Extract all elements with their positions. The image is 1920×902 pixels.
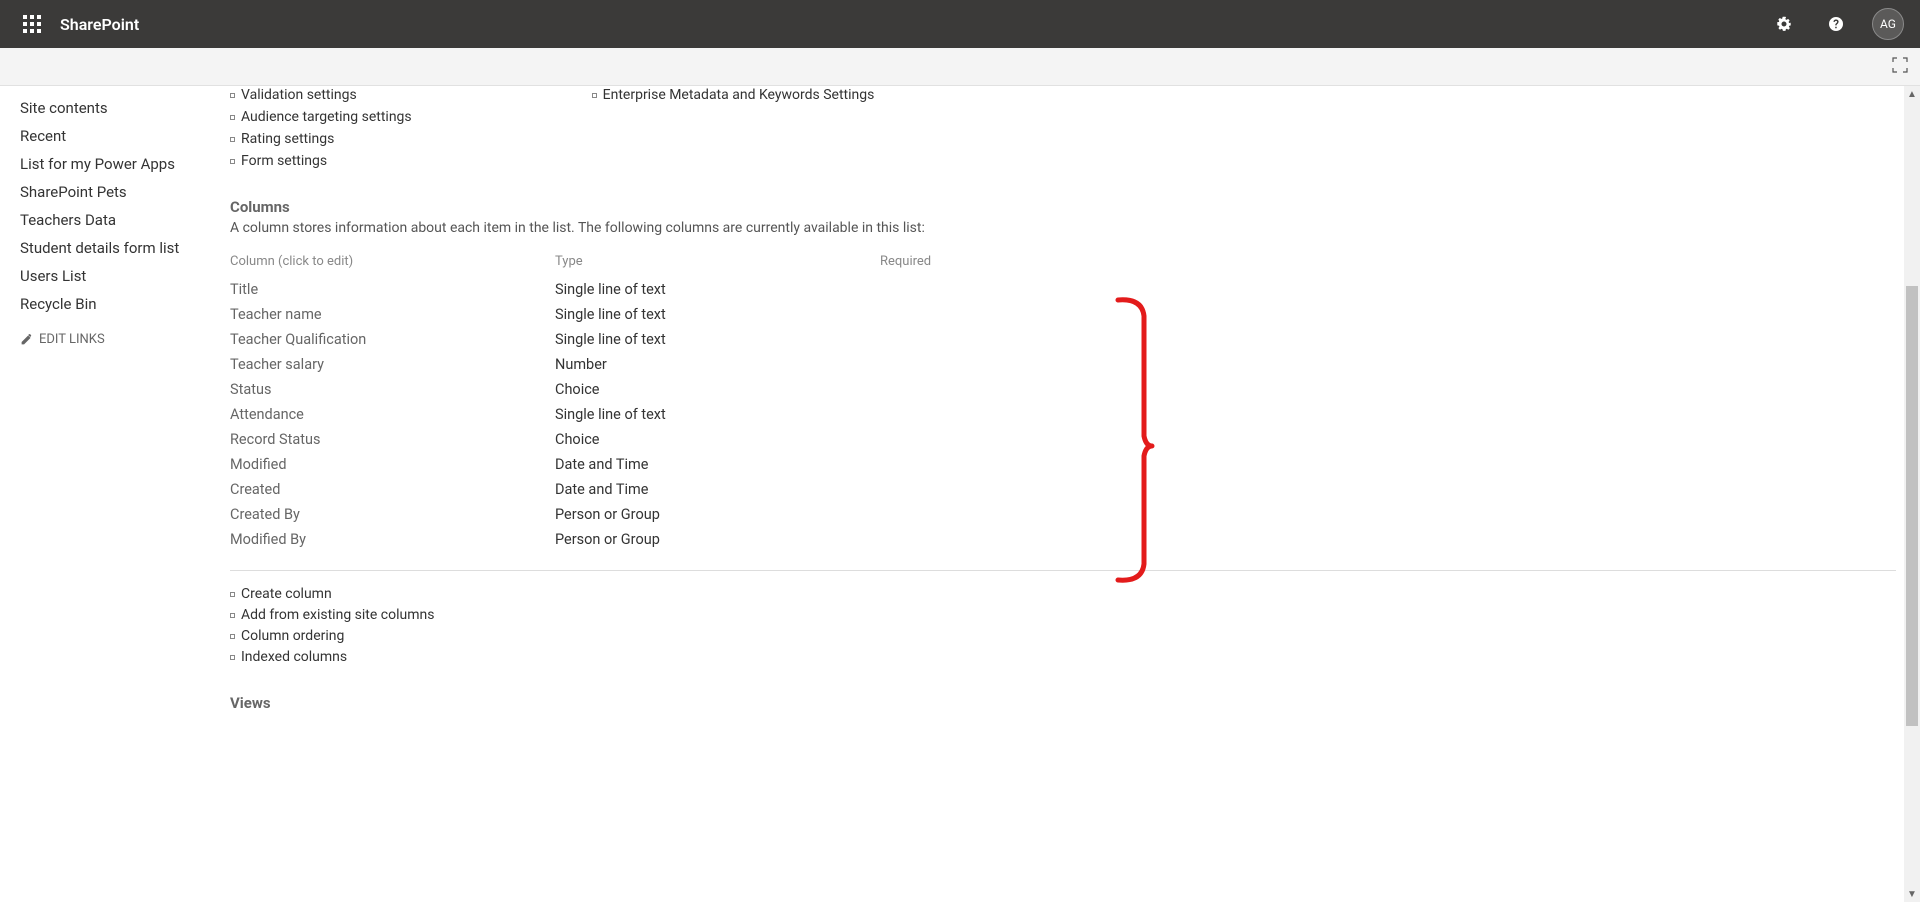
table-row: Status Choice [230,377,1530,402]
scroll-thumb[interactable] [1906,286,1918,726]
vertical-scrollbar[interactable]: ▲ ▼ [1904,86,1920,902]
column-name-link[interactable]: Created By [230,506,300,523]
column-type: Single line of text [555,277,880,302]
column-type: Single line of text [555,302,880,327]
table-row: Modified By Person or Group [230,527,1530,552]
table-row: Modified Date and Time [230,452,1530,477]
table-row: Teacher name Single line of text [230,302,1530,327]
edit-links-button[interactable]: EDIT LINKS [20,332,210,347]
focus-content-button[interactable] [1892,57,1908,77]
bullet-icon [230,613,235,618]
link-audience-targeting[interactable]: Audience targeting settings [230,108,412,126]
column-name-link[interactable]: Modified By [230,531,306,548]
bullet-icon [230,159,235,164]
columns-heading: Columns [230,198,1896,216]
app-name[interactable]: SharePoint [56,15,139,34]
column-type: Number [555,352,880,377]
nav-recent[interactable]: Recent [20,122,210,150]
column-required [880,327,1530,352]
help-button[interactable] [1812,0,1860,48]
nav-sharepoint-pets[interactable]: SharePoint Pets [20,178,210,206]
scroll-up-arrow[interactable]: ▲ [1904,86,1920,102]
nav-student-details[interactable]: Student details form list [20,234,210,262]
column-name-link[interactable]: Created [230,481,280,498]
edit-links-label: EDIT LINKS [39,332,105,347]
columns-description: A column stores information about each i… [230,220,1896,236]
column-type: Person or Group [555,502,880,527]
bullet-icon [230,592,235,597]
column-type: Single line of text [555,327,880,352]
column-name-link[interactable]: Teacher salary [230,356,324,373]
column-required [880,427,1530,452]
main-content: Validation settings Audience targeting s… [210,86,1920,902]
link-rating-settings[interactable]: Rating settings [230,130,412,148]
user-avatar[interactable]: AG [1872,8,1904,40]
column-required [880,277,1530,302]
settings-button[interactable] [1760,0,1808,48]
app-launcher-button[interactable] [8,0,56,48]
gear-icon [1776,16,1792,32]
link-validation-settings[interactable]: Validation settings [230,86,412,104]
help-icon [1828,16,1844,32]
link-enterprise-metadata[interactable]: Enterprise Metadata and Keywords Setting… [592,86,875,104]
column-required [880,477,1530,502]
table-row: Title Single line of text [230,277,1530,302]
side-navigation: Site contents Recent List for my Power A… [0,86,210,902]
table-row: Teacher salary Number [230,352,1530,377]
views-heading: Views [230,694,1896,712]
link-create-column[interactable]: Create column [230,585,1896,603]
column-name-link[interactable]: Title [230,281,258,298]
waffle-icon [23,15,41,33]
pencil-icon [20,333,33,346]
column-required [880,302,1530,327]
table-row: Created By Person or Group [230,502,1530,527]
bullet-icon [230,137,235,142]
column-required [880,402,1530,427]
column-required [880,527,1530,552]
column-type: Person or Group [555,527,880,552]
col-header-name: Column (click to edit) [230,250,555,277]
bullet-icon [230,655,235,660]
link-column-ordering[interactable]: Column ordering [230,627,1896,645]
column-name-link[interactable]: Modified [230,456,287,473]
column-name-link[interactable]: Teacher Qualification [230,331,366,348]
column-type: Date and Time [555,452,880,477]
column-name-link[interactable]: Teacher name [230,306,322,323]
col-header-type: Type [555,250,880,277]
suite-bar: SharePoint AG [0,0,1920,48]
nav-list-powerapps[interactable]: List for my Power Apps [20,150,210,178]
table-row: Record Status Choice [230,427,1530,452]
table-row: Attendance Single line of text [230,402,1530,427]
column-name-link[interactable]: Status [230,381,271,398]
column-type: Choice [555,427,880,452]
nav-recycle-bin[interactable]: Recycle Bin [20,290,210,318]
column-type: Single line of text [555,402,880,427]
column-required [880,452,1530,477]
table-row: Created Date and Time [230,477,1530,502]
column-required [880,502,1530,527]
link-add-existing-columns[interactable]: Add from existing site columns [230,606,1896,624]
table-row: Teacher Qualification Single line of text [230,327,1530,352]
column-required [880,377,1530,402]
nav-site-contents[interactable]: Site contents [20,94,210,122]
nav-teachers-data[interactable]: Teachers Data [20,206,210,234]
column-type: Choice [555,377,880,402]
bullet-icon [592,93,597,98]
nav-users-list[interactable]: Users List [20,262,210,290]
column-name-link[interactable]: Record Status [230,431,321,448]
column-required [880,352,1530,377]
link-indexed-columns[interactable]: Indexed columns [230,648,1896,666]
column-type: Date and Time [555,477,880,502]
bullet-icon [230,93,235,98]
link-form-settings[interactable]: Form settings [230,152,412,170]
ribbon-bar [0,48,1920,86]
bullet-icon [230,115,235,120]
focus-icon [1892,57,1908,73]
column-name-link[interactable]: Attendance [230,406,304,423]
scroll-down-arrow[interactable]: ▼ [1904,886,1920,902]
col-header-required: Required [880,250,1530,277]
columns-table: Column (click to edit) Type Required Tit… [230,250,1530,552]
bullet-icon [230,634,235,639]
